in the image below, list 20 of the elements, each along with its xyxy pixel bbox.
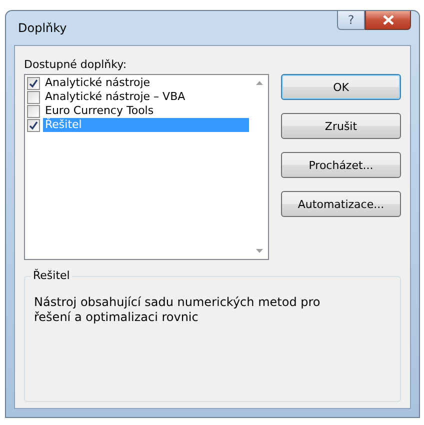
dialog-button[interactable]: Zrušit [281,113,401,139]
addin-item[interactable]: Analytické nástroje [43,76,249,90]
group-title: Řešitel [31,269,72,282]
help-button[interactable]: ? [337,11,365,30]
checkbox[interactable] [27,118,40,132]
close-button[interactable] [365,11,411,30]
scroll-down-icon[interactable] [256,249,263,253]
checkbox[interactable] [27,76,40,90]
scroll-up-icon[interactable] [256,81,263,85]
description-text: Nástroj obsahující sadu numerických metod pro řešení a optimalizaci rovnic [34,295,322,325]
addin-item[interactable]: Analytické nástroje – VBA [43,90,249,104]
list-label: Dostupné doplňky: [24,58,128,71]
checkbox[interactable] [27,104,40,118]
addin-item[interactable]: Euro Currency Tools [43,104,249,118]
dialog-button[interactable]: OK [281,74,401,100]
dialog-button[interactable]: Automatizace... [281,191,401,217]
close-icon [382,15,394,25]
checkbox[interactable] [27,90,40,104]
dialog-button[interactable]: Procházet... [281,152,401,178]
window-title: Doplňky [18,21,68,35]
